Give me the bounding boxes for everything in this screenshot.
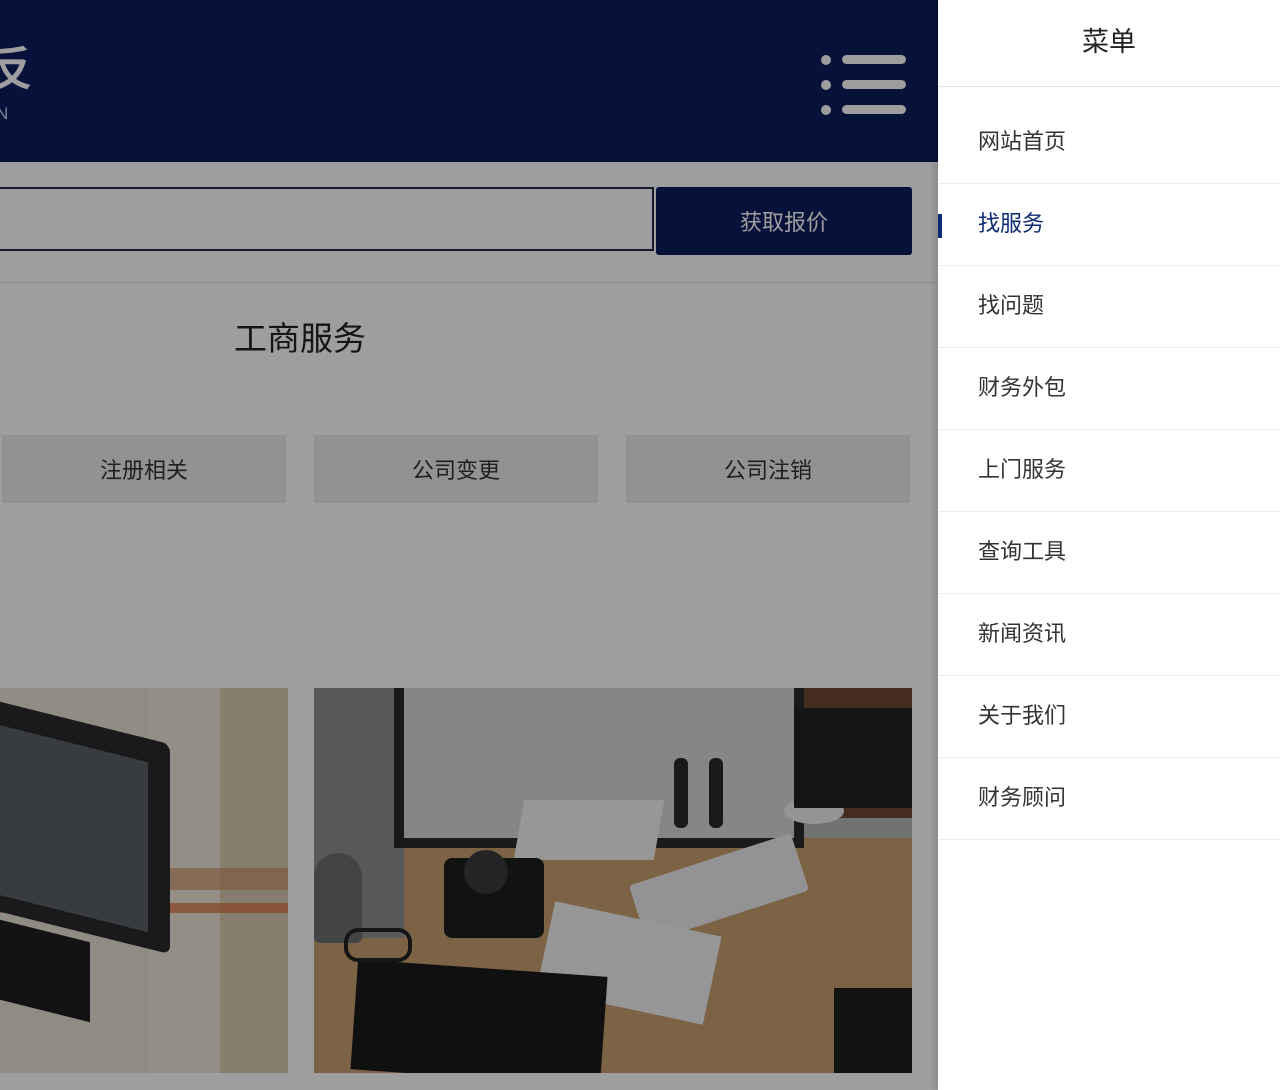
menu-item-query-tools[interactable]: 查询工具 [938,512,1280,594]
menu-item-label: 找服务 [978,212,1045,237]
menu-item-home[interactable]: 网站首页 [938,102,1280,184]
menu-item-label: 财务外包 [978,376,1067,401]
drawer-title: 菜单 [938,0,1280,87]
menu-item-label: 上门服务 [978,458,1067,483]
menu-item-label: 财务顾问 [978,786,1067,811]
menu-item-find-services[interactable]: 找服务 [938,184,1280,266]
menu-item-label: 网站首页 [978,130,1067,155]
menu-item-news[interactable]: 新闻资讯 [938,594,1280,676]
dim-overlay[interactable] [0,0,938,1090]
menu-item-label: 找问题 [978,294,1045,319]
menu-item-onsite-service[interactable]: 上门服务 [938,430,1280,512]
menu-item-finance-consultant[interactable]: 财务顾问 [938,758,1280,840]
menu-item-about-us[interactable]: 关于我们 [938,676,1280,758]
menu-item-find-questions[interactable]: 找问题 [938,266,1280,348]
menu-item-label: 新闻资讯 [978,622,1067,647]
side-menu-drawer: 菜单 网站首页 找服务 找问题 财务外包 上门服务 查询工具 新闻资讯 关于我们… [938,0,1280,1090]
menu-item-label: 查询工具 [978,540,1067,565]
menu-item-finance-outsourcing[interactable]: 财务外包 [938,348,1280,430]
drawer-menu: 网站首页 找服务 找问题 财务外包 上门服务 查询工具 新闻资讯 关于我们 财务… [938,102,1280,840]
main-page: 反 N 获取报价 工商服务 注册相关 公司变更 公司注销 [0,0,938,1090]
menu-item-label: 关于我们 [978,704,1067,729]
active-marker [938,214,942,238]
